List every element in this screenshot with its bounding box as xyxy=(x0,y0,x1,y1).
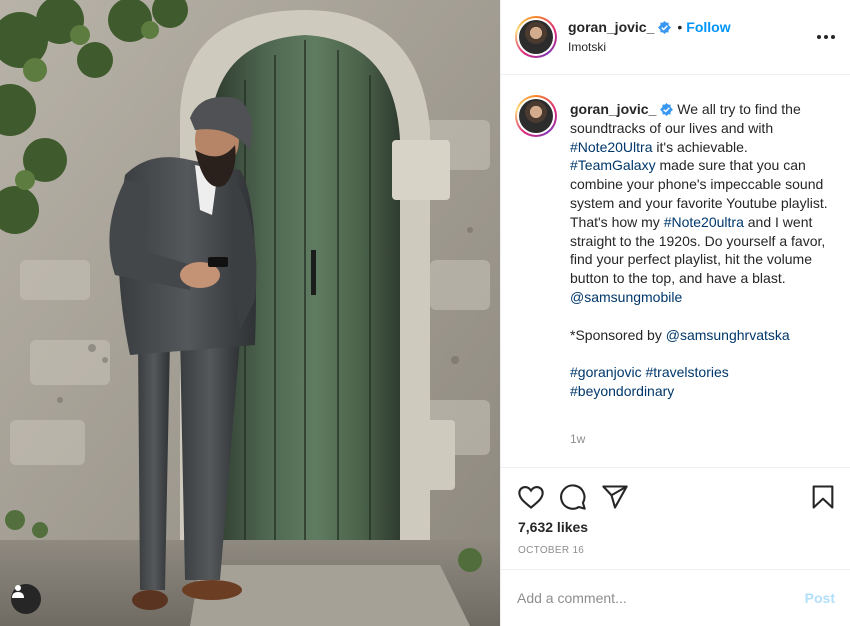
hashtag-link[interactable]: #Note20Ultra xyxy=(570,139,653,155)
avatar[interactable] xyxy=(515,16,557,58)
comment-bar: Post xyxy=(501,569,850,626)
header-name-row: goran_jovic_ • Follow xyxy=(568,19,731,37)
hashtag-link[interactable]: #beyondordinary xyxy=(570,383,674,399)
verified-badge-icon xyxy=(658,21,672,34)
mention-link[interactable]: @samsungmobile xyxy=(570,289,682,305)
post-comment-button[interactable]: Post xyxy=(805,590,835,606)
hashtag-link[interactable]: #goranjovic xyxy=(570,364,642,380)
hashtag-link[interactable]: #travelstories xyxy=(646,364,729,380)
post-header: goran_jovic_ • Follow Imotski xyxy=(501,0,850,75)
tagged-users-button[interactable] xyxy=(11,584,41,614)
caption-body: it's achievable. xyxy=(652,138,748,155)
heart-icon[interactable] xyxy=(517,483,545,511)
caption-section: goran_jovic_ We all try to find the soun… xyxy=(501,76,850,468)
follow-button[interactable]: Follow xyxy=(686,19,730,35)
hashtag-link[interactable]: #TeamGalaxy xyxy=(570,157,656,173)
post-date[interactable]: OCTOBER 16 xyxy=(518,545,584,556)
user-icon xyxy=(12,585,24,598)
post-location[interactable]: Imotski xyxy=(568,40,606,54)
action-bar: 7,632 likes OCTOBER 16 xyxy=(501,469,850,569)
bookmark-icon[interactable] xyxy=(809,483,837,511)
share-icon[interactable] xyxy=(601,483,629,511)
more-options-icon[interactable] xyxy=(817,28,835,46)
separator-dot: • xyxy=(677,19,683,35)
post-details-panel: goran_jovic_ • Follow Imotski goran_jovic… xyxy=(500,0,850,626)
photo-illustration xyxy=(0,0,500,626)
mention-link[interactable]: @samsunghrvatska xyxy=(666,327,790,343)
caption-time[interactable]: 1w xyxy=(570,432,585,446)
caption-username[interactable]: goran_jovic_ xyxy=(570,101,656,117)
sponsored-label: *Sponsored by xyxy=(570,326,666,343)
header-username[interactable]: goran_jovic_ xyxy=(568,19,654,35)
hashtag-link[interactable]: #Note20ultra xyxy=(664,214,744,230)
post-photo[interactable] xyxy=(0,0,500,626)
caption-avatar[interactable] xyxy=(515,95,557,137)
caption-text: goran_jovic_ We all try to find the soun… xyxy=(570,100,836,401)
likes-count[interactable]: 7,632 likes xyxy=(518,519,588,535)
verified-badge-icon xyxy=(660,103,674,116)
comment-icon[interactable] xyxy=(559,483,587,511)
comment-input[interactable] xyxy=(517,586,787,610)
